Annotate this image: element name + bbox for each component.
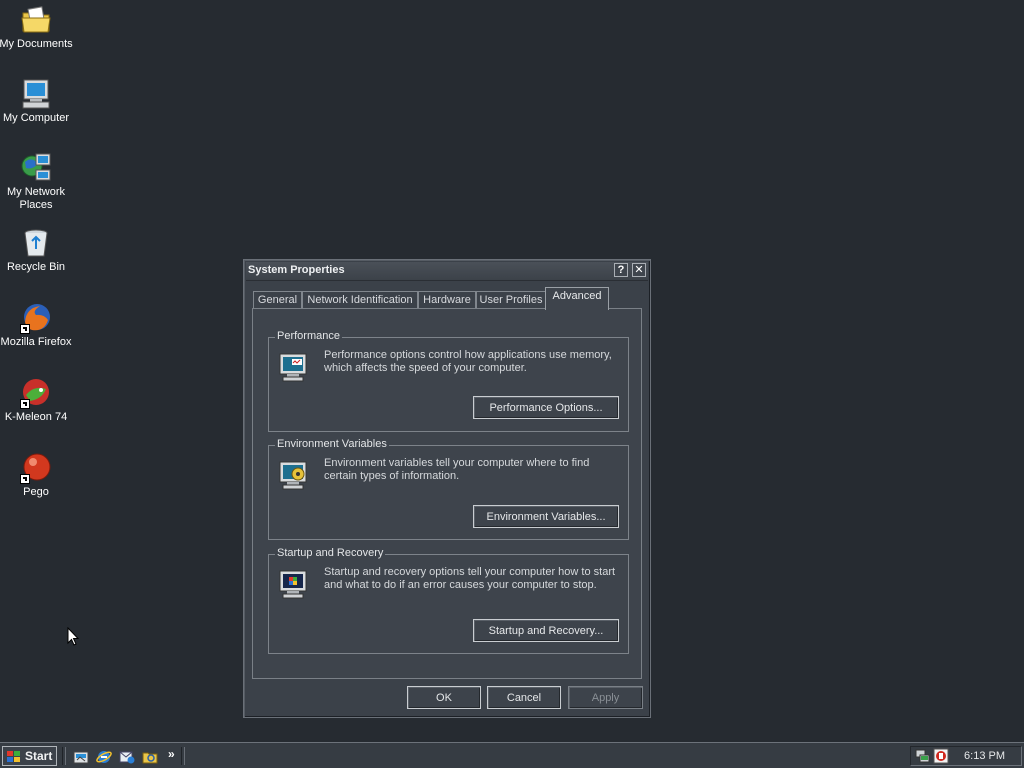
startup-recovery-legend: Startup and Recovery [275, 547, 386, 559]
desktop-icon-my-documents[interactable]: My Documents [0, 4, 74, 51]
recycle-bin-icon [20, 227, 52, 259]
performance-legend: Performance [275, 330, 342, 342]
outlook-express-icon[interactable] [119, 749, 135, 765]
desktop-icon-label: K-Meleon 74 [4, 411, 68, 423]
antivirus-tray-icon[interactable] [933, 748, 949, 764]
mouse-cursor-icon [67, 626, 80, 647]
startup-recovery-group: Startup and Recovery Startup and recover… [268, 547, 629, 654]
desktop-icon-label: My Computer [2, 112, 70, 124]
close-button[interactable]: ✕ [632, 263, 646, 277]
performance-monitor-icon [278, 351, 310, 383]
explorer-icon[interactable] [142, 749, 158, 765]
environment-variables-description: Environment variables tell your computer… [324, 457, 590, 482]
performance-description: Performance options control how applicat… [324, 349, 612, 374]
shortcut-arrow-icon [20, 474, 30, 484]
desktop-icon-label: My Network Places [6, 186, 66, 211]
desktop-icon-pego[interactable]: Pego [0, 452, 74, 499]
desktop-icon-label: Pego [23, 486, 49, 498]
desktop-icon-my-network-places[interactable]: My Network Places [0, 152, 74, 212]
k-meleon-icon [20, 377, 52, 409]
tab-network-identification[interactable]: Network Identification [302, 291, 418, 309]
network-tray-icon[interactable] [915, 748, 931, 764]
folder-documents-icon [20, 4, 52, 36]
pego-icon [20, 452, 52, 484]
windows-logo-icon [7, 750, 21, 762]
firefox-icon [20, 302, 52, 334]
environment-variables-legend: Environment Variables [275, 438, 389, 450]
ok-button[interactable]: OK [407, 686, 481, 709]
help-button[interactable]: ? [614, 263, 628, 277]
performance-options-button[interactable]: Performance Options... [473, 396, 619, 419]
desktop-icon-label: Recycle Bin [6, 261, 66, 273]
taskbar: Start » 6:13 PM [0, 742, 1024, 768]
quick-launch-separator [62, 747, 66, 765]
network-places-icon [20, 152, 52, 184]
startup-recovery-button[interactable]: Startup and Recovery... [473, 619, 619, 642]
tab-user-profiles[interactable]: User Profiles [476, 291, 546, 309]
shortcut-arrow-icon [20, 324, 30, 334]
show-desktop-icon[interactable] [73, 749, 89, 765]
system-tray: 6:13 PM [910, 746, 1022, 766]
performance-group: Performance Performance options control … [268, 330, 629, 432]
environment-variables-group: Environment Variables Environment variab… [268, 438, 629, 540]
taskbar-clock[interactable]: 6:13 PM [964, 750, 1005, 762]
advanced-tab-panel: Performance Performance options control … [252, 308, 642, 679]
computer-icon [20, 78, 52, 110]
shortcut-arrow-icon [20, 399, 30, 409]
desktop-icon-k-meleon[interactable]: K-Meleon 74 [0, 377, 74, 424]
desktop-icon-recycle-bin[interactable]: Recycle Bin [0, 227, 74, 274]
startup-monitor-icon [278, 568, 310, 600]
desktop-icon-mozilla-firefox[interactable]: Mozilla Firefox [0, 302, 74, 349]
desktop-icon-label: Mozilla Firefox [0, 336, 72, 348]
tab-general[interactable]: General [253, 291, 302, 309]
apply-button[interactable]: Apply [568, 686, 643, 709]
start-label: Start [25, 749, 53, 763]
tab-hardware[interactable]: Hardware [418, 291, 476, 309]
environment-monitor-icon [278, 459, 310, 491]
desktop-icon-label: My Documents [0, 38, 73, 50]
start-button[interactable]: Start [2, 746, 57, 766]
dialog-title: System Properties [248, 264, 345, 276]
internet-explorer-icon[interactable] [96, 749, 112, 765]
environment-variables-button[interactable]: Environment Variables... [473, 505, 619, 528]
desktop-icon-my-computer[interactable]: My Computer [0, 78, 74, 125]
cancel-button[interactable]: Cancel [487, 686, 561, 709]
startup-recovery-description: Startup and recovery options tell your c… [324, 566, 616, 591]
task-area-separator [181, 747, 185, 765]
tab-advanced[interactable]: Advanced [545, 287, 609, 310]
quick-launch-overflow-chevron[interactable]: » [168, 747, 175, 761]
system-properties-dialog: System Properties ? ✕ General Network Id… [243, 259, 651, 718]
dialog-titlebar[interactable]: System Properties ? ✕ [246, 262, 648, 281]
